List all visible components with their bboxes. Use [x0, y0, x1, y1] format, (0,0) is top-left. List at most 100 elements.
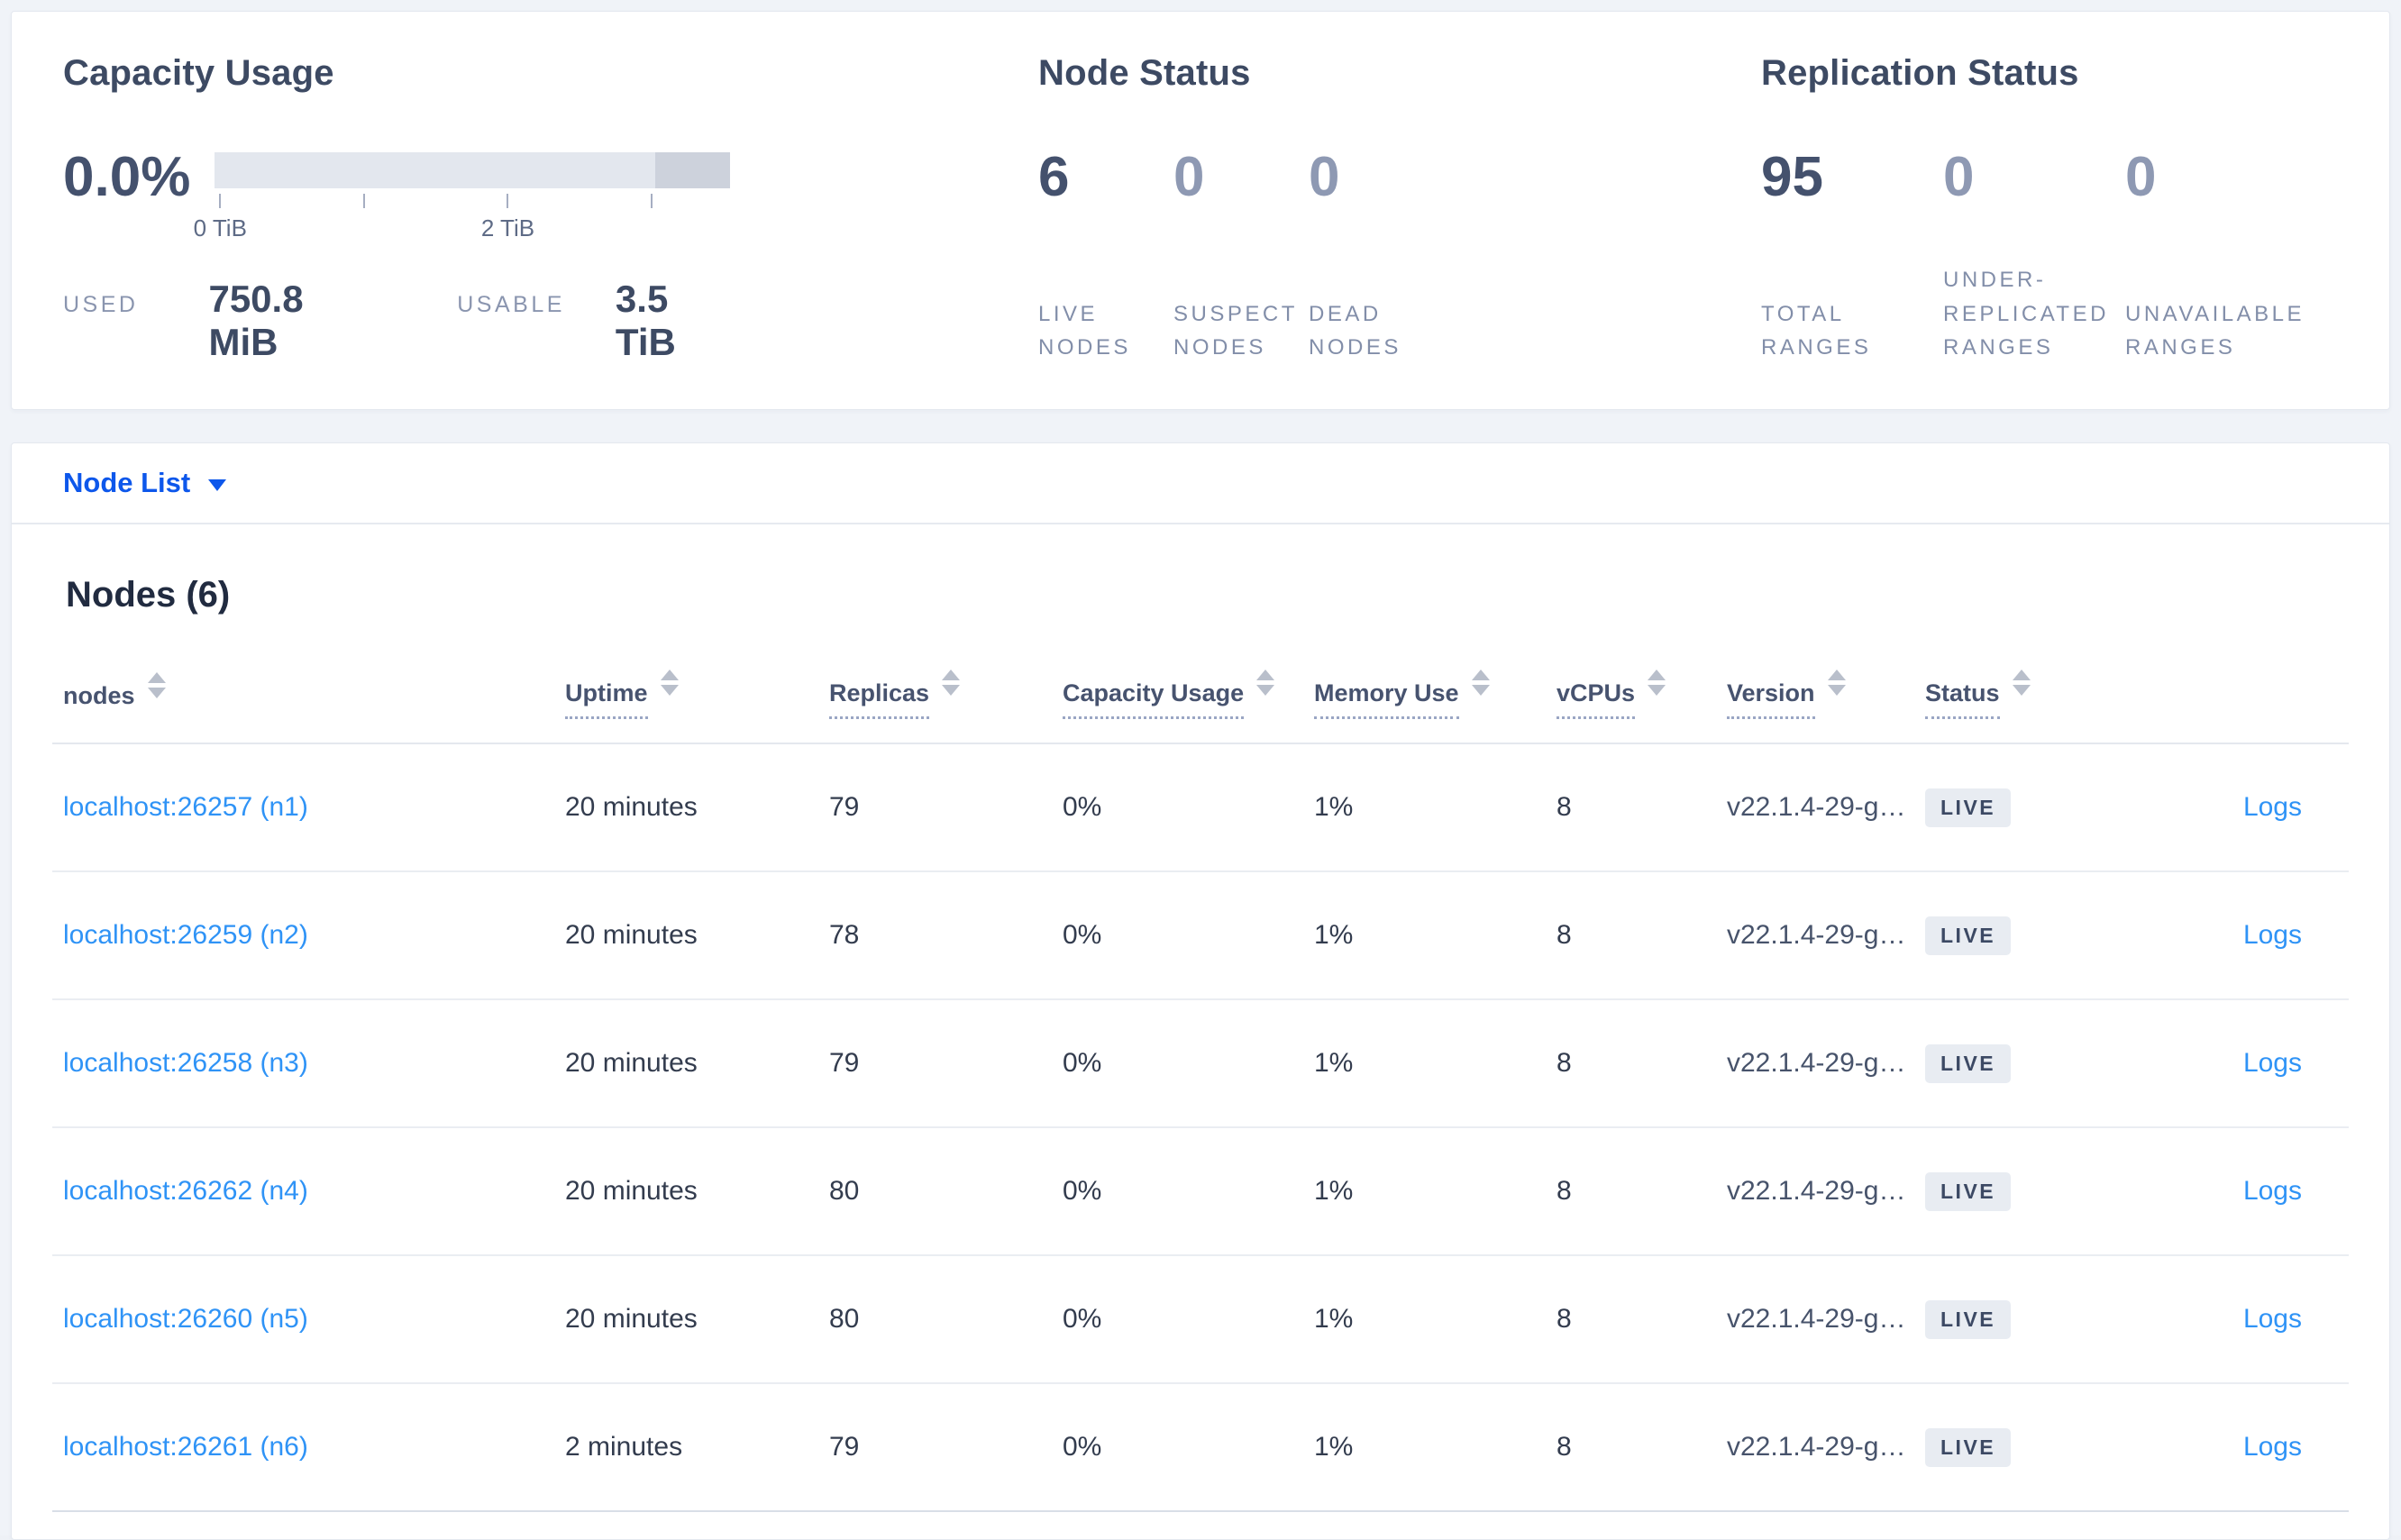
node-status-section: Node Status 6 LIVE NODES 0 SUSPECT NODES… [1038, 53, 1453, 373]
version-cell: v22.1.4-29-g… [1716, 1255, 1914, 1384]
capacity-usage-title: Capacity Usage [63, 53, 334, 93]
capacity-cell: 0% [1052, 743, 1303, 872]
axis-tick [650, 194, 653, 208]
column-header-memory-use[interactable]: Memory Use [1303, 642, 1546, 744]
used-label: USED [63, 292, 139, 317]
sort-icon [1648, 670, 1666, 696]
uptime-cell: 20 minutes [554, 1127, 818, 1256]
status-badge: LIVE [1925, 788, 2012, 827]
version-cell: v22.1.4-29-g… [1716, 1127, 1914, 1256]
dead-nodes-value: 0 [1309, 146, 1340, 208]
status-badge: LIVE [1925, 1299, 2012, 1339]
status-badge: LIVE [1925, 1043, 2012, 1083]
table-row: localhost:26258 (n3) 20 minutes 79 0% 1%… [52, 999, 2349, 1128]
stat-suspect-nodes: 0 SUSPECT NODES [1173, 150, 1309, 364]
uptime-cell: 20 minutes [554, 999, 818, 1128]
version-cell: v22.1.4-29-g… [1716, 871, 1914, 1000]
node-link[interactable]: localhost:26260 (n5) [63, 1304, 308, 1334]
view-selector-bar: Node List [12, 443, 2389, 524]
unavailable-label: UNAVAILABLE RANGES [2125, 301, 2305, 360]
status-badge: LIVE [1925, 1171, 2012, 1211]
status-badge: LIVE [1925, 1427, 2012, 1467]
status-cell: LIVE [1914, 743, 2122, 872]
table-header-row: nodes Uptime Replicas Capacity Usage Mem… [52, 642, 2349, 744]
column-header-capacity-usage[interactable]: Capacity Usage [1052, 642, 1303, 744]
vcpus-cell: 8 [1546, 1255, 1716, 1384]
sort-icon [147, 672, 166, 698]
memory-cell: 1% [1303, 1255, 1546, 1384]
axis-tick [219, 194, 222, 208]
capacity-gauge: 0.0% 0 TiB 2 TiB [63, 146, 730, 241]
capacity-cell: 0% [1052, 1127, 1303, 1256]
capacity-percent: 0.0% [63, 146, 191, 208]
axis-tick-label: 0 TiB [193, 214, 247, 241]
stat-unavailable-ranges: 0 UNAVAILABLE RANGES [2125, 150, 2323, 364]
suspect-nodes-label: SUSPECT NODES [1173, 301, 1298, 360]
sort-icon [1256, 670, 1275, 696]
unavailable-value: 0 [2125, 146, 2157, 208]
suspect-nodes-value: 0 [1173, 146, 1205, 208]
logs-link[interactable]: Logs [2243, 1048, 2302, 1078]
nodes-count-title: Nodes (6) [66, 575, 231, 615]
logs-link[interactable]: Logs [2243, 1176, 2302, 1206]
sort-icon [2012, 670, 2031, 696]
node-status-title: Node Status [1038, 53, 1251, 93]
replicas-cell: 80 [818, 1255, 1052, 1384]
table-row: localhost:26257 (n1) 20 minutes 79 0% 1%… [52, 743, 2349, 872]
column-header-vcpus[interactable]: vCPUs [1546, 642, 1716, 744]
node-link[interactable]: localhost:26261 (n6) [63, 1432, 308, 1462]
live-nodes-value: 6 [1038, 146, 1070, 208]
logs-link[interactable]: Logs [2243, 920, 2302, 950]
axis-tick [507, 194, 509, 208]
table-row: localhost:26261 (n6) 2 minutes 79 0% 1% … [52, 1383, 2349, 1512]
view-mode-selector[interactable]: Node List [63, 467, 227, 499]
uptime-cell: 20 minutes [554, 1255, 818, 1384]
uptime-cell: 20 minutes [554, 743, 818, 872]
column-header-replicas[interactable]: Replicas [818, 642, 1052, 744]
status-cell: LIVE [1914, 1383, 2122, 1512]
node-link[interactable]: localhost:26258 (n3) [63, 1048, 308, 1078]
logs-link[interactable]: Logs [2243, 792, 2302, 822]
column-header-uptime[interactable]: Uptime [554, 642, 818, 744]
column-header-version[interactable]: Version [1716, 642, 1914, 744]
status-cell: LIVE [1914, 999, 2122, 1128]
usable-value: 3.5 TiB [615, 278, 676, 363]
stat-total-ranges: 95 TOTAL RANGES [1761, 150, 1943, 364]
total-ranges-value: 95 [1761, 146, 1823, 208]
vcpus-cell: 8 [1546, 871, 1716, 1000]
vcpus-cell: 8 [1546, 1127, 1716, 1256]
memory-cell: 1% [1303, 743, 1546, 872]
logs-link[interactable]: Logs [2243, 1432, 2302, 1462]
replication-status-title: Replication Status [1761, 53, 2079, 93]
stat-dead-nodes: 0 DEAD NODES [1309, 150, 1444, 364]
under-replicated-label: UNDER-REPLICATED RANGES [1943, 268, 2109, 360]
status-badge: LIVE [1925, 916, 2012, 955]
replicas-cell: 80 [818, 1127, 1052, 1256]
status-cell: LIVE [1914, 871, 2122, 1000]
sort-icon [942, 670, 961, 696]
capacity-bar-track [215, 152, 730, 188]
sort-icon [660, 670, 679, 696]
stat-live-nodes: 6 LIVE NODES [1038, 150, 1173, 364]
replication-status-section: Replication Status 95 TOTAL RANGES 0 UND… [1761, 53, 2338, 373]
axis-tick [362, 194, 365, 208]
column-header-nodes[interactable]: nodes [52, 642, 554, 744]
table-row: localhost:26259 (n2) 20 minutes 78 0% 1%… [52, 871, 2349, 1000]
total-ranges-label: TOTAL RANGES [1761, 301, 1872, 360]
logs-link[interactable]: Logs [2243, 1304, 2302, 1334]
capacity-cell: 0% [1052, 1255, 1303, 1384]
column-header-status[interactable]: Status [1914, 642, 2122, 744]
live-nodes-label: LIVE NODES [1038, 301, 1131, 360]
node-link[interactable]: localhost:26262 (n4) [63, 1176, 308, 1206]
replicas-cell: 79 [818, 1383, 1052, 1512]
memory-cell: 1% [1303, 1383, 1546, 1512]
capacity-cell: 0% [1052, 1383, 1303, 1512]
node-link[interactable]: localhost:26259 (n2) [63, 920, 308, 950]
node-link[interactable]: localhost:26257 (n1) [63, 792, 308, 822]
capacity-bar-segment [655, 152, 730, 188]
table-row: localhost:26262 (n4) 20 minutes 80 0% 1%… [52, 1127, 2349, 1256]
used-value: 750.8 MiB [208, 278, 304, 363]
stat-under-replicated-ranges: 0 UNDER-REPLICATED RANGES [1943, 150, 2125, 364]
